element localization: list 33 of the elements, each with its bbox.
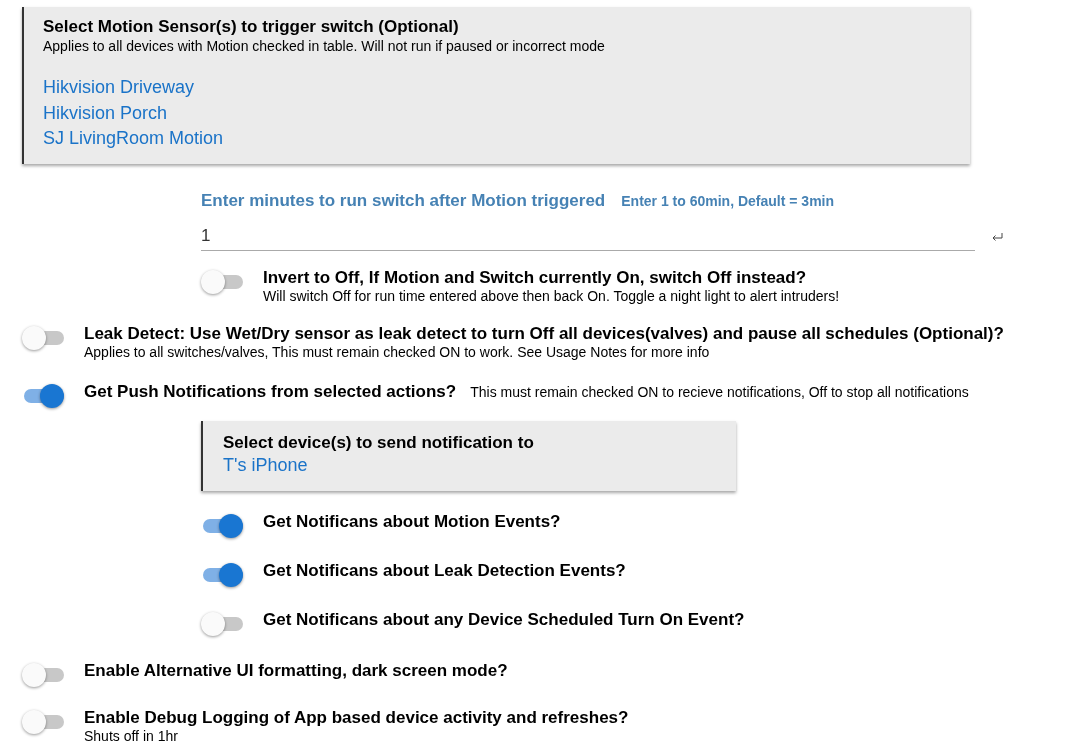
card-description: Applies to all devices with Motion checked in table. Will not run if paused or incorrect mode xyxy=(43,37,606,55)
card-title: Select device(s) to send notification to xyxy=(223,433,535,453)
setting-label: Leak Detect: Use Wet/Dry sensor as leak detect to turn Off all devices(valves) and pause all schedules (Optional)? xyxy=(84,323,1004,344)
field-label: Enter minutes to run switch after Motion triggered xyxy=(201,189,606,212)
enter-key-icon xyxy=(991,232,1003,242)
toggle-switch[interactable] xyxy=(22,384,64,408)
setting-label: Get Notificans about Motion Events? xyxy=(263,510,561,532)
setting-label: Get Notificans about any Device Scheduled Turn On Event? xyxy=(263,608,745,630)
toggle-switch[interactable] xyxy=(201,513,243,538)
toggle-switch[interactable] xyxy=(201,270,243,294)
device-link[interactable]: SJ LivingRoom Motion xyxy=(43,126,224,152)
setting-description: Applies to all switches/valves, This must remain checked ON to work. See Usage Notes for more info xyxy=(84,344,711,361)
device-link[interactable]: Hikvision Driveway xyxy=(43,75,195,101)
device-link[interactable]: T's iPhone xyxy=(223,453,308,479)
minutes-input[interactable]: 1 xyxy=(201,221,975,251)
toggle-switch[interactable] xyxy=(22,326,64,350)
setting-label: Invert to Off, If Motion and Switch currently On, switch Off instead? xyxy=(263,267,807,288)
toggle-switch[interactable] xyxy=(201,562,243,587)
device-link[interactable]: Hikvision Porch xyxy=(43,100,168,126)
setting-label: Enable Debug Logging of App based device activity and refreshes? xyxy=(84,706,629,728)
setting-label: Enable Alternative UI formatting, dark screen mode? xyxy=(84,659,508,681)
setting-label: Get Push Notifications from selected actions? xyxy=(84,381,457,402)
toggle-switch[interactable] xyxy=(22,709,64,734)
setting-description: Will switch Off for run time entered above then back On. Toggle a night light to alert intruders! xyxy=(263,288,840,305)
selection-card[interactable] xyxy=(22,7,970,164)
field-hint: Enter 1 to 60min, Default = 3min xyxy=(621,191,835,211)
setting-note: This must remain checked ON to recieve notifications, Off to stop all notifications xyxy=(470,383,969,402)
toggle-switch[interactable] xyxy=(22,662,64,687)
card-title: Select Motion Sensor(s) to trigger switch (Optional) xyxy=(43,17,460,37)
setting-label: Get Notificans about Leak Detection Events? xyxy=(263,559,626,581)
setting-description: Shuts off in 1hr xyxy=(84,727,179,745)
toggle-switch[interactable] xyxy=(201,611,243,636)
selection-card[interactable]: Select device(s) to send notification to T's iPhone xyxy=(201,421,736,491)
